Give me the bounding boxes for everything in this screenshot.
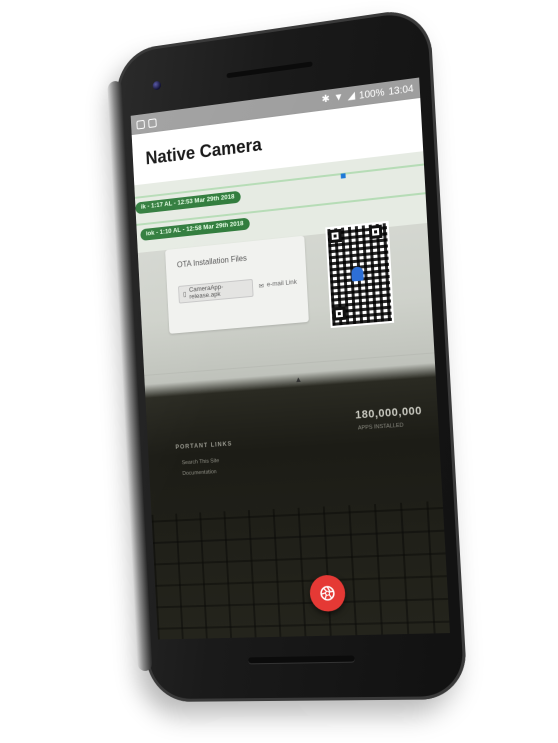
qr-logo-icon [351, 266, 364, 282]
qr-finder-top-left [328, 228, 342, 244]
preview-apk-button: ▯ CameraApp-release.apk [178, 278, 254, 304]
phone-body: ✱ ▼ ◢ 100% 13:04 Native Camera ik - 1:17… [107, 5, 469, 703]
qr-finder-top-right [368, 224, 383, 240]
video-camera-icon: ■ [339, 170, 347, 183]
camera-shutter-icon [319, 585, 336, 602]
photo-icon [148, 117, 157, 128]
device-frame-wrapper: ✱ ▼ ◢ 100% 13:04 Native Camera ik - 1:17… [0, 0, 558, 743]
preview-keyboard [151, 500, 450, 640]
preview-divider [144, 352, 435, 376]
mouse-cursor-icon: ▲ [294, 374, 303, 385]
image-icon [136, 119, 145, 130]
preview-mail-link: ✉ e-mail Link [259, 279, 298, 291]
phone-screen: ✱ ▼ ◢ 100% 13:04 Native Camera ik - 1:17… [130, 77, 450, 640]
preview-link-1: Search This Site [181, 458, 220, 467]
preview-stat-value: 180,000,000 [354, 404, 423, 422]
preview-links-heading: PORTANT LINKS [175, 441, 233, 451]
clock: 13:04 [388, 82, 414, 98]
phone-icon: ▯ [182, 291, 187, 299]
preview-apk-label: CameraApp-release.apk [188, 283, 224, 301]
preview-mail-label: e-mail Link [266, 278, 298, 289]
mail-icon: ✉ [258, 282, 265, 291]
front-camera-icon [152, 80, 162, 91]
signal-icon: ◢ [347, 90, 356, 103]
bottom-speaker [248, 655, 355, 664]
preview-card: OTA Installation Files ▯ CameraApp-relea… [165, 235, 309, 334]
status-left-icons [136, 117, 157, 130]
battery-percent: 100% [358, 86, 385, 102]
bluetooth-icon: ✱ [321, 93, 331, 106]
app-title: Native Camera [145, 133, 263, 168]
preview-card-title: OTA Installation Files [176, 253, 248, 270]
preview-link-2: Documentation [182, 469, 217, 477]
camera-preview[interactable]: ik - 1:17 AL - 12:53 Mar 29th 2018 iok -… [134, 151, 450, 640]
wifi-icon: ▼ [333, 91, 344, 104]
earpiece-speaker [226, 61, 313, 79]
preview-stat-label: APPS INSTALLED [357, 422, 404, 432]
qr-code [325, 220, 395, 329]
qr-finder-bottom-left [332, 306, 347, 321]
